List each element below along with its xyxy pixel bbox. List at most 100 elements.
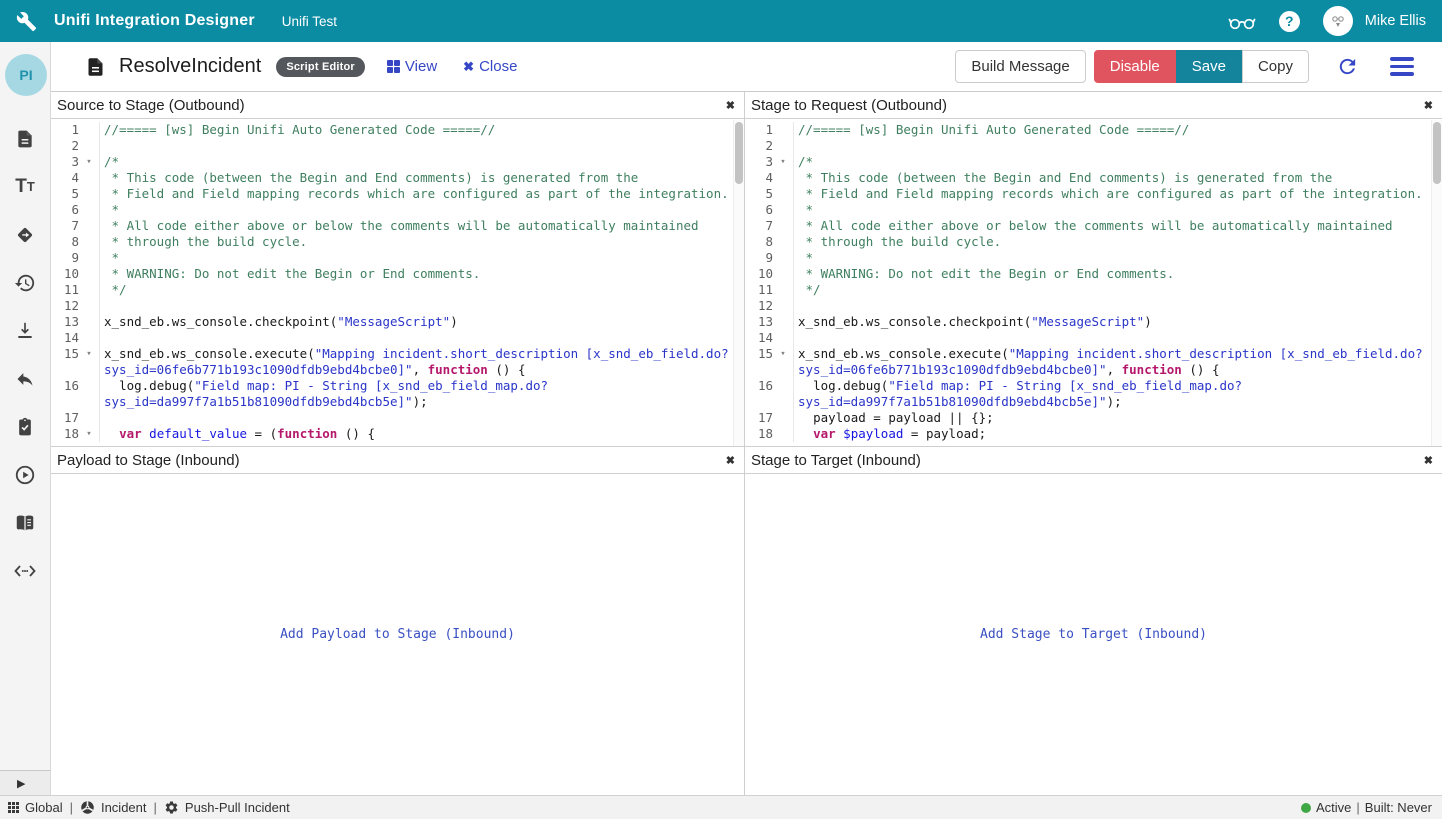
scrollbar-thumb[interactable] <box>1433 122 1441 184</box>
code-line-17[interactable]: 17 payload = payload || {}; <box>745 410 1442 426</box>
code-text[interactable]: * through the build cycle. <box>794 234 1442 250</box>
code-line-17[interactable]: 17 <box>51 410 744 426</box>
code-line-13[interactable]: 13x_snd_eb.ws_console.checkpoint("Messag… <box>745 314 1442 330</box>
code-text[interactable]: x_snd_eb.ws_console.execute("Mapping inc… <box>100 346 744 378</box>
user-avatar-icon[interactable] <box>1323 6 1353 36</box>
code-editor-stage-to-request[interactable]: 1//===== [ws] Begin Unifi Auto Generated… <box>745 119 1442 446</box>
code-text[interactable]: * This code (between the Begin and End c… <box>794 170 1442 186</box>
view-link[interactable]: View <box>387 58 437 75</box>
reply-icon[interactable] <box>14 368 36 390</box>
file-text-icon[interactable] <box>15 128 35 150</box>
save-button[interactable]: Save <box>1176 50 1242 83</box>
play-circle-icon[interactable] <box>14 464 36 486</box>
fold-arrow-icon[interactable]: ▾ <box>79 154 99 170</box>
code-text[interactable] <box>100 298 744 314</box>
code-line-11[interactable]: 11 */ <box>745 282 1442 298</box>
code-text[interactable]: * through the build cycle. <box>100 234 744 250</box>
code-text[interactable]: log.debug("Field map: PI - String [x_snd… <box>100 378 744 410</box>
code-text[interactable]: * Field and Field mapping records which … <box>100 186 744 202</box>
code-line-4[interactable]: 4 * This code (between the Begin and End… <box>745 170 1442 186</box>
code-line-18[interactable]: 18▾ var default_value = (function () { <box>51 426 744 442</box>
code-line-9[interactable]: 9 * <box>51 250 744 266</box>
code-text[interactable]: x_snd_eb.ws_console.checkpoint("MessageS… <box>794 314 1442 330</box>
code-text[interactable]: * <box>794 250 1442 266</box>
code-text[interactable]: */ <box>794 282 1442 298</box>
code-line-16[interactable]: 16 log.debug("Field map: PI - String [x_… <box>51 378 744 410</box>
scope-item[interactable]: Global <box>8 800 63 815</box>
code-text[interactable] <box>100 138 744 154</box>
code-line-10[interactable]: 10 * WARNING: Do not edit the Begin or E… <box>745 266 1442 282</box>
code-text[interactable] <box>794 330 1442 346</box>
build-message-button[interactable]: Build Message <box>955 50 1085 83</box>
code-line-14[interactable]: 14 <box>745 330 1442 346</box>
code-line-10[interactable]: 10 * WARNING: Do not edit the Begin or E… <box>51 266 744 282</box>
code-text[interactable]: x_snd_eb.ws_console.checkpoint("MessageS… <box>100 314 744 330</box>
panel-close-icon[interactable]: ✖ <box>1424 99 1433 112</box>
code-text[interactable]: * <box>100 202 744 218</box>
code-icon[interactable] <box>13 560 37 582</box>
fold-arrow-icon[interactable]: ▾ <box>773 154 793 170</box>
code-text[interactable]: /* <box>794 154 1442 170</box>
code-line-7[interactable]: 7 * All code either above or below the c… <box>745 218 1442 234</box>
code-line-1[interactable]: 1//===== [ws] Begin Unifi Auto Generated… <box>745 122 1442 138</box>
integration-avatar-badge[interactable]: PI <box>5 54 47 96</box>
book-open-icon[interactable] <box>13 512 37 534</box>
code-line-12[interactable]: 12 <box>745 298 1442 314</box>
code-text[interactable]: /* <box>100 154 744 170</box>
code-text[interactable]: * Field and Field mapping records which … <box>794 186 1442 202</box>
code-line-6[interactable]: 6 * <box>51 202 744 218</box>
code-line-1[interactable]: 1//===== [ws] Begin Unifi Auto Generated… <box>51 122 744 138</box>
code-line-6[interactable]: 6 * <box>745 202 1442 218</box>
code-line-15[interactable]: 15▾x_snd_eb.ws_console.execute("Mapping … <box>745 346 1442 378</box>
add-payload-to-stage-link[interactable]: Add Payload to Stage (Inbound) <box>51 627 744 642</box>
code-text[interactable]: //===== [ws] Begin Unifi Auto Generated … <box>100 122 744 138</box>
code-line-3[interactable]: 3▾/* <box>745 154 1442 170</box>
download-icon[interactable] <box>15 320 35 342</box>
code-line-12[interactable]: 12 <box>51 298 744 314</box>
code-text[interactable]: x_snd_eb.ws_console.execute("Mapping inc… <box>794 346 1442 378</box>
fold-arrow-icon[interactable]: ▾ <box>79 346 99 378</box>
code-line-16[interactable]: 16 log.debug("Field map: PI - String [x_… <box>745 378 1442 410</box>
code-line-2[interactable]: 2 <box>51 138 744 154</box>
code-text[interactable]: * All code either above or below the com… <box>794 218 1442 234</box>
fold-arrow-icon[interactable]: ▾ <box>773 346 793 378</box>
disable-button[interactable]: Disable <box>1094 50 1176 83</box>
copy-button[interactable]: Copy <box>1242 50 1309 83</box>
code-text[interactable] <box>794 138 1442 154</box>
sidebar-expand-button[interactable]: ▶ <box>0 770 51 795</box>
panel-close-icon[interactable]: ✖ <box>726 454 735 467</box>
panel-close-icon[interactable]: ✖ <box>1424 454 1433 467</box>
code-text[interactable]: * WARNING: Do not edit the Begin or End … <box>100 266 744 282</box>
code-text[interactable]: //===== [ws] Begin Unifi Auto Generated … <box>794 122 1442 138</box>
code-text[interactable]: var default_value = (function () { <box>100 426 744 442</box>
user-name[interactable]: Mike Ellis <box>1365 13 1426 29</box>
code-line-7[interactable]: 7 * All code either above or below the c… <box>51 218 744 234</box>
text-format-icon[interactable]: TT <box>15 176 35 198</box>
code-line-18[interactable]: 18 var $payload = payload; <box>745 426 1442 442</box>
help-icon[interactable]: ? <box>1279 11 1300 32</box>
code-text[interactable]: */ <box>100 282 744 298</box>
code-line-11[interactable]: 11 */ <box>51 282 744 298</box>
application-item[interactable]: Incident <box>80 800 147 815</box>
diamond-turn-right-icon[interactable] <box>14 224 36 246</box>
code-line-5[interactable]: 5 * Field and Field mapping records whic… <box>51 186 744 202</box>
glasses-icon[interactable] <box>1228 11 1256 31</box>
code-line-15[interactable]: 15▾x_snd_eb.ws_console.execute("Mapping … <box>51 346 744 378</box>
code-text[interactable]: * <box>794 202 1442 218</box>
code-text[interactable]: log.debug("Field map: PI - String [x_snd… <box>794 378 1442 410</box>
code-text[interactable]: * All code either above or below the com… <box>100 218 744 234</box>
integration-item[interactable]: Push-Pull Incident <box>164 800 290 815</box>
code-text[interactable]: * This code (between the Begin and End c… <box>100 170 744 186</box>
clipboard-check-icon[interactable] <box>15 416 35 438</box>
close-link[interactable]: ✖ Close <box>463 58 517 75</box>
code-line-8[interactable]: 8 * through the build cycle. <box>51 234 744 250</box>
code-line-9[interactable]: 9 * <box>745 250 1442 266</box>
fold-arrow-icon[interactable]: ▾ <box>79 426 99 442</box>
code-line-8[interactable]: 8 * through the build cycle. <box>745 234 1442 250</box>
code-text[interactable]: payload = payload || {}; <box>794 410 1442 426</box>
code-text[interactable] <box>100 410 744 426</box>
code-line-13[interactable]: 13x_snd_eb.ws_console.checkpoint("Messag… <box>51 314 744 330</box>
code-text[interactable]: var $payload = payload; <box>794 426 1442 442</box>
history-icon[interactable] <box>14 272 36 294</box>
code-line-5[interactable]: 5 * Field and Field mapping records whic… <box>745 186 1442 202</box>
